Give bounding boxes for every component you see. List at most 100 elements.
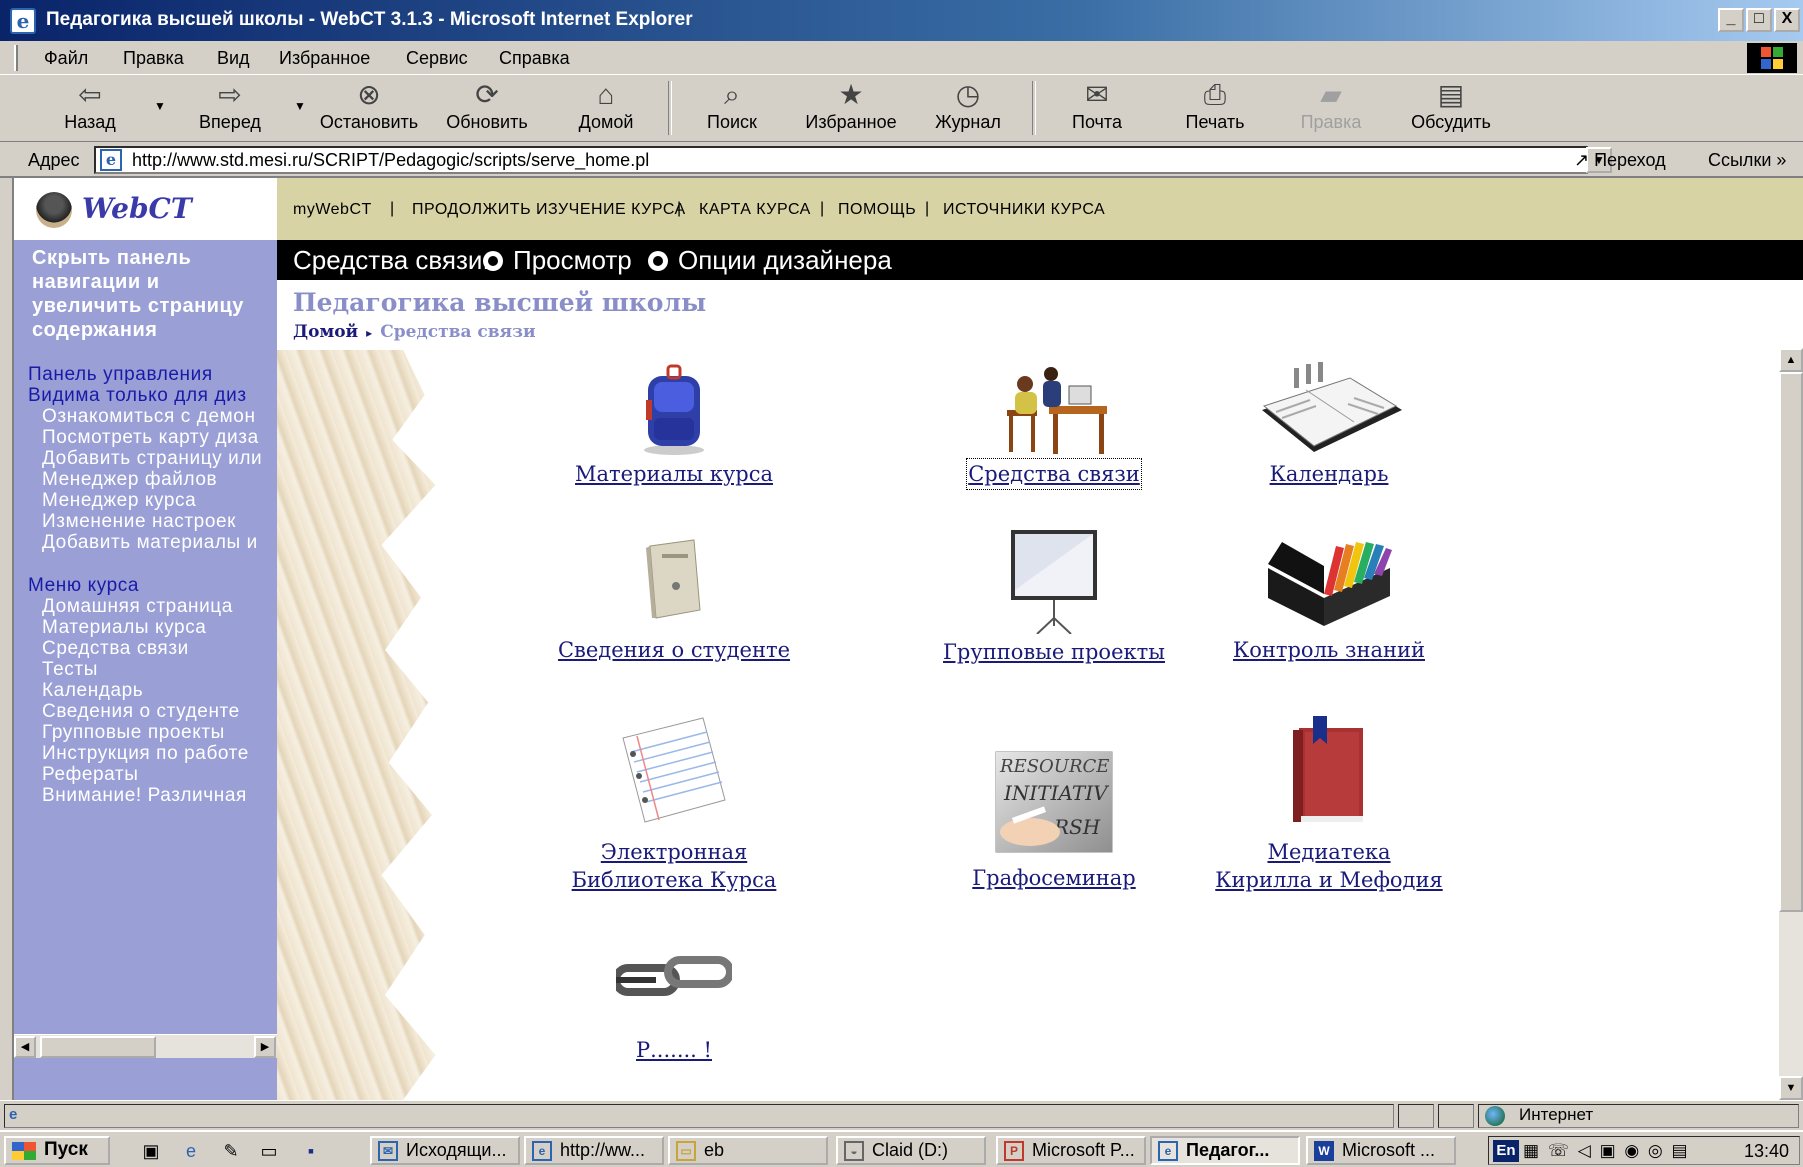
minimize-button[interactable]: _ (1718, 8, 1744, 32)
tile-electronic-library[interactable]: Электронная Библиотека Курса (524, 716, 824, 894)
view-radio[interactable] (483, 251, 503, 271)
tile-label-line2[interactable]: Библиотека Курса (524, 866, 824, 894)
start-button[interactable]: Пуск (4, 1136, 110, 1165)
designer-option-label[interactable]: Опции дизайнера (678, 245, 892, 276)
menu-favorites[interactable]: Избранное (279, 48, 370, 69)
course-menu-item[interactable]: Групповые проекты (42, 722, 225, 744)
task-pedagogika-active[interactable]: e Педагог... (1150, 1136, 1300, 1165)
left-horizontal-scrollbar[interactable]: ◀ ▶ (14, 1034, 277, 1058)
save-icon[interactable]: ▪ (298, 1139, 324, 1163)
scroll-right-icon[interactable]: ▶ (254, 1036, 276, 1058)
outlook-icon[interactable]: ✎ (218, 1139, 244, 1163)
clock[interactable]: 13:40 (1744, 1141, 1789, 1162)
links-button[interactable]: Ссылки » (1708, 150, 1786, 171)
scroll-up-icon[interactable]: ▲ (1779, 348, 1803, 372)
control-item[interactable]: Посмотреть карту диза (42, 427, 259, 449)
tile-links[interactable]: Р....... ! (524, 950, 824, 1064)
desk-icon[interactable] (989, 360, 1119, 460)
resource-photo-icon[interactable]: RESOURCE INITIATIV RSH (994, 750, 1114, 854)
course-menu-item[interactable]: Средства связи (42, 638, 189, 660)
maximize-button[interactable]: □ (1746, 8, 1772, 32)
task-ie-window[interactable]: e http://ww... (524, 1136, 664, 1165)
back-button[interactable]: ⇦ Назад (52, 78, 128, 138)
control-panel-heading[interactable]: Панель управления (28, 364, 213, 386)
history-button[interactable]: ◷ Журнал (928, 78, 1008, 138)
search-button[interactable]: ⌕ Поиск (696, 78, 768, 138)
task-drive-d[interactable]: ◒ Claid (D:) (836, 1136, 986, 1165)
go-button[interactable]: ↗ Переход (1574, 150, 1666, 171)
scroll-thumb[interactable] (40, 1036, 156, 1058)
nav-course-map[interactable]: КАРТА КУРСА (699, 201, 811, 219)
tray-icons[interactable]: ▦ ☏ ◁ ▣ ◉ ◎ ▤ (1523, 1141, 1690, 1161)
task-folder-eb[interactable]: ▭ eb (668, 1136, 828, 1165)
tile-student-info[interactable]: Сведения о студенте (524, 538, 824, 664)
tile-label[interactable]: Календарь (1179, 460, 1479, 488)
menu-file[interactable]: Файл (44, 48, 88, 69)
task-word[interactable]: W Microsoft ... (1306, 1136, 1456, 1165)
tile-label[interactable]: Материалы курса (524, 460, 824, 488)
nav-course-sources[interactable]: ИСТОЧНИКИ КУРСА (943, 201, 1105, 219)
tile-graphoseminar[interactable]: RESOURCE INITIATIV RSH Графосеминар (904, 750, 1204, 892)
chain-icon[interactable] (612, 950, 734, 1010)
tile-group-projects[interactable]: Групповые проекты (904, 530, 1204, 666)
folder-quicklaunch-icon[interactable]: ▭ (256, 1139, 282, 1163)
nav-mywebct[interactable]: myWebCT (293, 201, 372, 219)
course-menu-item[interactable]: Материалы курса (42, 617, 206, 639)
task-powerpoint[interactable]: P Microsoft P... (996, 1136, 1146, 1165)
scroll-down-icon[interactable]: ▼ (1779, 1076, 1803, 1100)
tile-label[interactable]: Электронная (524, 838, 824, 866)
projector-screen-icon[interactable] (1009, 530, 1099, 635)
course-menu-item[interactable]: Домашняя страница (42, 596, 233, 618)
notepad-icon[interactable] (619, 716, 729, 826)
forward-button[interactable]: ⇨ Вперед (190, 78, 270, 138)
tile-label[interactable]: Р....... ! (524, 1036, 824, 1064)
menu-tools[interactable]: Сервис (406, 48, 468, 69)
task-outbox[interactable]: ✉ Исходящи... (370, 1136, 520, 1165)
course-menu-item[interactable]: Тесты (42, 659, 98, 681)
designer-radio[interactable] (648, 251, 668, 271)
hide-nav-link[interactable]: Скрыть панель навигации и увеличить стра… (32, 246, 272, 342)
nav-help[interactable]: ПОМОЩЬ (838, 201, 916, 219)
backpack-icon[interactable] (624, 360, 724, 460)
content-vertical-scrollbar[interactable]: ▲ ▼ (1779, 348, 1803, 1100)
course-menu-item[interactable]: Внимание! Различная (42, 785, 247, 807)
control-item[interactable]: Добавить страницу или (42, 448, 262, 470)
course-menu-heading[interactable]: Меню курса (28, 575, 139, 597)
calendar-icon[interactable] (1254, 360, 1404, 460)
back-dropdown-icon[interactable]: ▼ (154, 99, 166, 113)
stop-button[interactable]: ⊗ Остановить (314, 78, 424, 138)
menu-help[interactable]: Справка (499, 48, 570, 69)
tile-mediateka[interactable]: Медиатека Кирилла и Мефодия (1179, 716, 1479, 894)
tile-label[interactable]: Групповые проекты (904, 638, 1204, 666)
discuss-button[interactable]: ▤ Обсудить (1404, 78, 1498, 138)
menu-view[interactable]: Вид (217, 48, 250, 69)
book-icon[interactable] (1291, 716, 1367, 826)
course-menu-item[interactable]: Инструкция по работе (42, 743, 249, 765)
refresh-button[interactable]: ⟳ Обновить (440, 78, 534, 138)
view-option-label[interactable]: Просмотр (513, 245, 632, 276)
tile-communication[interactable]: Средства связи (904, 360, 1204, 490)
booklet-icon[interactable] (644, 538, 704, 622)
tile-label[interactable]: Средства связи (966, 458, 1142, 490)
scroll-thumb[interactable] (1779, 372, 1803, 912)
file-sorter-icon[interactable] (1264, 538, 1394, 626)
tile-label[interactable]: Графосеминар (904, 864, 1204, 892)
breadcrumb-current[interactable]: Средства связи (380, 322, 535, 342)
control-item[interactable]: Добавить материалы и (42, 532, 258, 554)
course-menu-item[interactable]: Рефераты (42, 764, 138, 786)
control-item[interactable]: Менеджер файлов (42, 469, 217, 491)
webct-logo[interactable]: WebCT (14, 178, 277, 240)
breadcrumb-home[interactable]: Домой (293, 322, 358, 342)
mail-button[interactable]: ✉ Почта (1062, 78, 1132, 138)
control-item[interactable]: Ознакомиться с демон (42, 406, 256, 428)
print-button[interactable]: ⎙ Печать (1176, 78, 1254, 138)
favorites-button[interactable]: ★ Избранное (796, 78, 906, 138)
desktop-icon[interactable]: ▣ (138, 1139, 164, 1163)
tile-calendar[interactable]: Календарь (1179, 360, 1479, 488)
menu-edit[interactable]: Правка (123, 48, 184, 69)
nav-continue-course[interactable]: ПРОДОЛЖИТЬ ИЗУЧЕНИЕ КУРСА (412, 201, 686, 219)
tile-knowledge-control[interactable]: Контроль знаний (1179, 538, 1479, 664)
course-menu-item[interactable]: Календарь (42, 680, 143, 702)
tile-label[interactable]: Медиатека (1179, 838, 1479, 866)
tile-label[interactable]: Сведения о студенте (524, 636, 824, 664)
